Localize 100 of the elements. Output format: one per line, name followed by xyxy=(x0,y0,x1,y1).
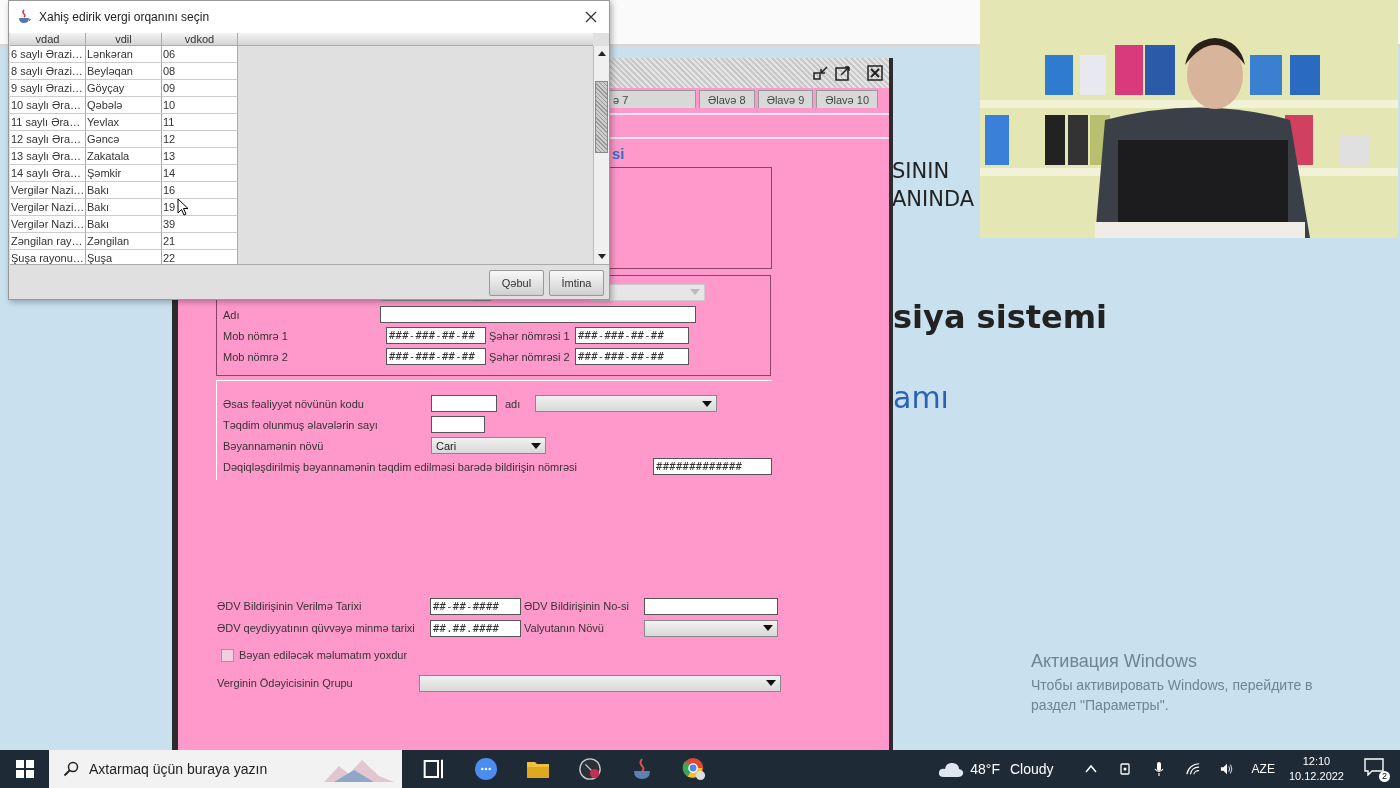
temperature[interactable]: 48°F xyxy=(970,761,1000,777)
table-cell[interactable]: Vergilər Nazi… xyxy=(10,216,86,233)
table-cell[interactable]: 39 xyxy=(162,216,238,233)
table-cell[interactable]: Şəmkir xyxy=(86,165,162,182)
table-cell[interactable]: Bakı xyxy=(86,199,162,216)
scrollbar[interactable] xyxy=(593,46,609,264)
chat-bubble-icon[interactable] xyxy=(474,757,498,781)
close-icon[interactable] xyxy=(867,65,883,81)
table-cell[interactable]: 12 saylı Əra… xyxy=(10,131,86,148)
table-cell[interactable]: 13 saylı Əra… xyxy=(10,148,86,165)
table-cell[interactable]: 16 xyxy=(162,182,238,199)
table-cell[interactable]: Zakatala xyxy=(86,148,162,165)
input-field[interactable]: ###-###-##-## xyxy=(386,348,486,365)
table-cell[interactable]: Şuşa rayonu… xyxy=(10,250,86,264)
table-cell[interactable]: 6 saylı Ərazi… xyxy=(10,46,86,63)
search-field[interactable]: Axtarmaq üçün buraya yazın xyxy=(87,760,291,778)
table-cell[interactable]: 06 xyxy=(162,46,238,63)
maximize-icon[interactable] xyxy=(835,65,851,81)
column-header[interactable]: vdad xyxy=(10,33,86,46)
activation-text: Чтобы активировать Windows, перейдите в раздел "Параметры". xyxy=(1031,676,1314,715)
weather-text[interactable]: Cloudy xyxy=(1010,761,1054,777)
slide-heading: SININ xyxy=(892,159,950,183)
slide-heading: ANINDA xyxy=(892,187,975,211)
column-header[interactable]: vdil xyxy=(86,33,162,46)
input-field[interactable]: ###-###-##-## xyxy=(575,348,689,365)
dropdown[interactable]: Cari xyxy=(431,437,546,454)
device-icon[interactable] xyxy=(1117,761,1132,777)
table-cell[interactable]: 11 saylı Əra… xyxy=(10,114,86,131)
scroll-down-icon[interactable] xyxy=(597,254,606,259)
input-field[interactable] xyxy=(431,395,497,412)
browser-icon[interactable] xyxy=(682,757,706,781)
mouse-pointer-icon xyxy=(177,198,189,216)
column-header[interactable]: vdkod xyxy=(162,33,238,46)
tab[interactable]: Əlavə 10 xyxy=(816,90,879,108)
input-field[interactable]: ##.##.#### xyxy=(430,619,521,637)
table-cell[interactable]: 12 xyxy=(162,131,238,148)
clock-date[interactable]: 10.12.2022 xyxy=(1288,769,1344,784)
checkbox[interactable] xyxy=(221,648,234,662)
field-label: Bəyannamənin növü xyxy=(223,439,325,452)
input-field[interactable] xyxy=(431,416,485,433)
table-cell[interactable]: Yevlax xyxy=(86,114,162,131)
notification-icon[interactable] xyxy=(1364,758,1384,776)
table-cell[interactable]: Qəbələ xyxy=(86,97,162,114)
table-cell[interactable]: 14 saylı Əra… xyxy=(10,165,86,182)
table-cell[interactable]: 11 xyxy=(162,114,238,131)
table-cell[interactable]: Gəncə xyxy=(86,131,162,148)
scroll-up-icon[interactable] xyxy=(597,51,606,56)
table-cell[interactable]: Zəngilan xyxy=(86,233,162,250)
notification-count: 2 xyxy=(1379,771,1390,782)
table-cell[interactable]: 10 saylı Əra… xyxy=(10,97,86,114)
search-icon xyxy=(63,761,79,777)
table-cell[interactable]: Bakı xyxy=(86,216,162,233)
input-field[interactable]: ###-###-##-## xyxy=(386,327,486,344)
table-cell[interactable]: 13 xyxy=(162,148,238,165)
field-label: Mob nömrə 2 xyxy=(223,350,289,363)
restore-icon[interactable] xyxy=(813,65,829,81)
clock-time[interactable]: 12:10 xyxy=(1302,754,1331,769)
table-cell[interactable]: 21 xyxy=(162,233,238,250)
input-field[interactable] xyxy=(644,597,778,615)
speaker-icon[interactable] xyxy=(1219,761,1234,777)
table-cell[interactable]: Zəngilan ray… xyxy=(10,233,86,250)
table-cell[interactable]: Vergilər Nazi… xyxy=(10,182,86,199)
table-cell[interactable]: Şuşa xyxy=(86,250,162,264)
table-cell[interactable]: 9 saylı Ərazi… xyxy=(10,80,86,97)
table-cell[interactable]: Göyçay xyxy=(86,80,162,97)
table-cell[interactable]: Lənkəran xyxy=(86,46,162,63)
table-cell[interactable]: 08 xyxy=(162,63,238,80)
language-indicator[interactable]: AZE xyxy=(1251,762,1275,776)
coffee-cup-icon xyxy=(17,9,33,25)
field-label: Təqdim olunmuş əlavələrin sayı xyxy=(223,418,379,431)
input-field[interactable]: ##-##-#### xyxy=(430,597,521,615)
close-icon[interactable] xyxy=(585,11,597,23)
table-cell[interactable]: 8 saylı Ərazi… xyxy=(10,63,86,80)
windows-start-icon[interactable] xyxy=(16,760,34,778)
app-icon[interactable] xyxy=(578,757,602,781)
table-cell[interactable]: Bakı xyxy=(86,182,162,199)
input-field[interactable]: ############# xyxy=(653,458,772,475)
dropdown[interactable] xyxy=(644,619,778,637)
cloud-icon[interactable] xyxy=(938,760,965,778)
slide-title: siya sistemi xyxy=(893,298,1107,336)
dropdown[interactable] xyxy=(535,395,717,412)
dialog-button[interactable]: İmtina xyxy=(549,270,604,296)
table-cell[interactable]: 19 xyxy=(162,199,238,216)
table-cell[interactable]: 14 xyxy=(162,165,238,182)
table-cell[interactable]: Beyləqan xyxy=(86,63,162,80)
input-field[interactable] xyxy=(380,306,696,323)
taskbar-search-box[interactable]: Axtarmaq üçün buraya yazın xyxy=(49,750,402,788)
table-cell[interactable]: 10 xyxy=(162,97,238,114)
table-cell[interactable]: 09 xyxy=(162,80,238,97)
table-cell[interactable]: Vergilər Nazi… xyxy=(10,199,86,216)
field-label: Əsas fəaliyyət növünün kodu xyxy=(223,397,365,410)
task-view-icon[interactable] xyxy=(422,757,446,781)
table-cell[interactable]: 22 xyxy=(162,250,238,264)
wifi-icon[interactable] xyxy=(1185,761,1200,777)
dropdown[interactable] xyxy=(419,674,781,692)
tab[interactable]: Əlavə 8 xyxy=(699,90,755,108)
dialog-button[interactable]: Qəbul xyxy=(489,270,544,296)
tab[interactable]: Əlavə 9 xyxy=(757,90,814,108)
input-field[interactable]: ###-###-##-## xyxy=(575,327,689,344)
field-label: Valyutanın Növü xyxy=(523,622,605,634)
